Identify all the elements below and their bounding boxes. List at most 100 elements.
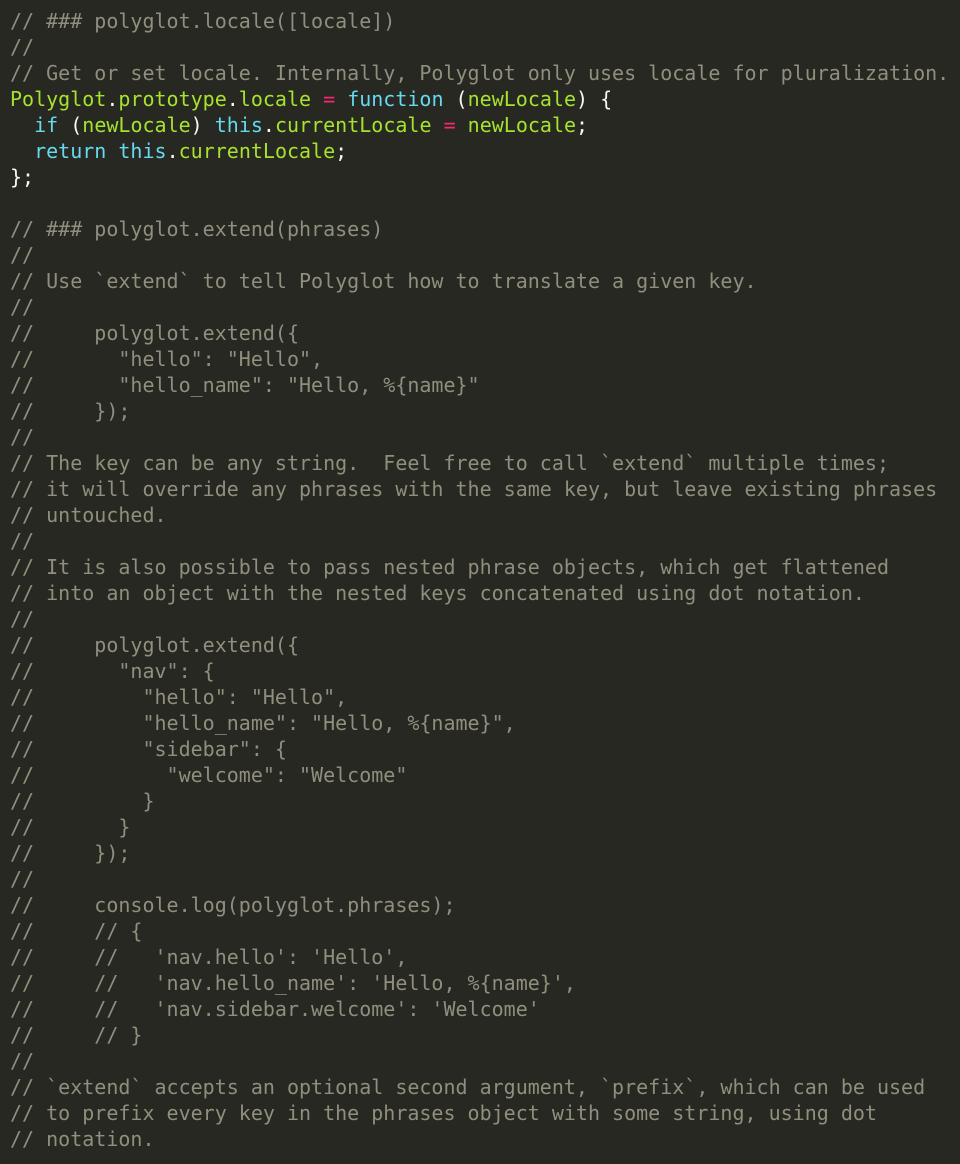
code-text: ( (443, 87, 468, 111)
code-line[interactable]: return this.currentLocale; (0, 138, 960, 164)
code-comment: // to prefix every key in the phrases ob… (10, 1101, 877, 1125)
code-line[interactable]: // ### polyglot.locale([locale]) (0, 8, 960, 34)
code-line[interactable]: // // } (0, 1022, 960, 1048)
code-comment: // "hello": "Hello", (10, 685, 348, 709)
code-line[interactable]: // "nav": { (0, 658, 960, 684)
code-line[interactable]: // "hello": "Hello", (0, 346, 960, 372)
code-comment: // // 'nav.sidebar.welcome': 'Welcome' (10, 997, 540, 1021)
code-comment: // // 'nav.hello': 'Hello', (10, 945, 408, 969)
code-line[interactable]: // (0, 606, 960, 632)
code-comment: // "sidebar": { (10, 737, 287, 761)
code-comment: // (10, 1049, 35, 1073)
code-text: . (226, 87, 239, 111)
code-comment: // "hello_name": "Hello, %{name}", (10, 711, 516, 735)
code-text: ; (576, 113, 589, 137)
code-comment: // notation. (10, 1127, 155, 1151)
code-line[interactable]: // // 'nav.hello_name': 'Hello, %{name}'… (0, 970, 960, 996)
code-line[interactable]: // into an object with the nested keys c… (0, 580, 960, 606)
code-text: . (106, 87, 119, 111)
code-comment: // "hello": "Hello", (10, 347, 324, 371)
code-line[interactable]: // untouched. (0, 502, 960, 528)
code-line[interactable]: // // { (0, 918, 960, 944)
code-text: ; (335, 139, 348, 163)
code-editor[interactable]: // ### polyglot.locale([locale])//// Get… (0, 0, 960, 1164)
code-identifier: newLocale (467, 87, 576, 111)
code-line[interactable]: // to prefix every key in the phrases ob… (0, 1100, 960, 1126)
code-comment: // }); (10, 399, 131, 423)
code-comment: // } (10, 815, 131, 839)
code-comment: // (10, 607, 35, 631)
code-comment: // (10, 243, 35, 267)
code-line[interactable]: // (0, 34, 960, 60)
code-line[interactable]: // (0, 424, 960, 450)
code-comment: // } (10, 789, 155, 813)
code-line[interactable]: // (0, 1048, 960, 1074)
code-line[interactable]: // (0, 528, 960, 554)
code-line[interactable]: // `extend` accepts an optional second a… (0, 1074, 960, 1100)
code-line[interactable]: // "welcome": "Welcome" (0, 762, 960, 788)
code-text: }; (10, 165, 35, 189)
code-line[interactable]: // } (0, 788, 960, 814)
code-line[interactable]: // it will override any phrases with the… (0, 476, 960, 502)
code-text: . (262, 113, 275, 137)
code-line[interactable]: // It is also possible to pass nested ph… (0, 554, 960, 580)
code-keyword: function (347, 87, 444, 111)
code-comment: // (10, 295, 35, 319)
code-comment: // }); (10, 841, 131, 865)
code-line[interactable]: // "hello_name": "Hello, %{name}" (0, 372, 960, 398)
code-comment: // The key can be any string. Feel free … (10, 451, 889, 475)
code-line[interactable]: // polyglot.extend({ (0, 320, 960, 346)
code-comment: // (10, 35, 35, 59)
code-line[interactable]: Polyglot.prototype.locale = function (ne… (0, 86, 960, 112)
code-line[interactable]: // "sidebar": { (0, 736, 960, 762)
code-operator: = (443, 113, 456, 137)
code-line[interactable]: // The key can be any string. Feel free … (0, 450, 960, 476)
code-identifier: Polyglot (10, 87, 107, 111)
code-comment: // (10, 529, 35, 553)
code-keyword: if (34, 113, 59, 137)
code-line[interactable]: if (newLocale) this.currentLocale = newL… (0, 112, 960, 138)
code-comment: // polyglot.extend({ (10, 633, 299, 657)
code-line[interactable]: // }); (0, 398, 960, 424)
code-line[interactable]: // notation. (0, 1126, 960, 1152)
code-line[interactable]: // (0, 242, 960, 268)
code-line[interactable]: // (0, 866, 960, 892)
code-comment: // // { (10, 919, 143, 943)
code-line[interactable] (0, 190, 960, 216)
code-line[interactable]: // Use `extend` to tell Polyglot how to … (0, 268, 960, 294)
code-comment: // ### polyglot.extend(phrases) (10, 217, 384, 241)
code-line[interactable]: // } (0, 814, 960, 840)
code-line[interactable]: // console.log(polyglot.phrases); (0, 892, 960, 918)
code-line[interactable]: // (0, 294, 960, 320)
code-identifier: newLocale (467, 113, 577, 137)
code-comment: // untouched. (10, 503, 167, 527)
code-line[interactable]: }; (0, 164, 960, 190)
code-comment: // into an object with the nested keys c… (10, 581, 865, 605)
code-comment: // console.log(polyglot.phrases); (10, 893, 456, 917)
code-line[interactable]: // }); (0, 840, 960, 866)
code-text: ) { (575, 87, 613, 111)
code-line[interactable]: // // 'nav.sidebar.welcome': 'Welcome' (0, 996, 960, 1022)
code-line[interactable]: // "hello_name": "Hello, %{name}", (0, 710, 960, 736)
code-operator: = (323, 87, 336, 111)
code-comment: // "nav": { (10, 659, 215, 683)
code-line[interactable]: // polyglot.extend({ (0, 632, 960, 658)
code-line[interactable]: // // 'nav.hello': 'Hello', (0, 944, 960, 970)
code-comment: // "welcome": "Welcome" (10, 763, 408, 787)
code-line[interactable]: // ### polyglot.extend(phrases) (0, 216, 960, 242)
code-comment: // polyglot.extend({ (10, 321, 299, 345)
code-comment: // // 'nav.hello_name': 'Hello, %{name}'… (10, 971, 576, 995)
code-line[interactable]: // Get or set locale. Internally, Polygl… (0, 60, 960, 86)
code-line[interactable]: // "hello": "Hello", (0, 684, 960, 710)
code-keyword: this (118, 139, 167, 163)
code-keyword: this (214, 113, 263, 137)
code-keyword: return (34, 139, 107, 163)
code-comment: // Get or set locale. Internally, Polygl… (10, 61, 950, 85)
code-comment: // `extend` accepts an optional second a… (10, 1075, 926, 1099)
